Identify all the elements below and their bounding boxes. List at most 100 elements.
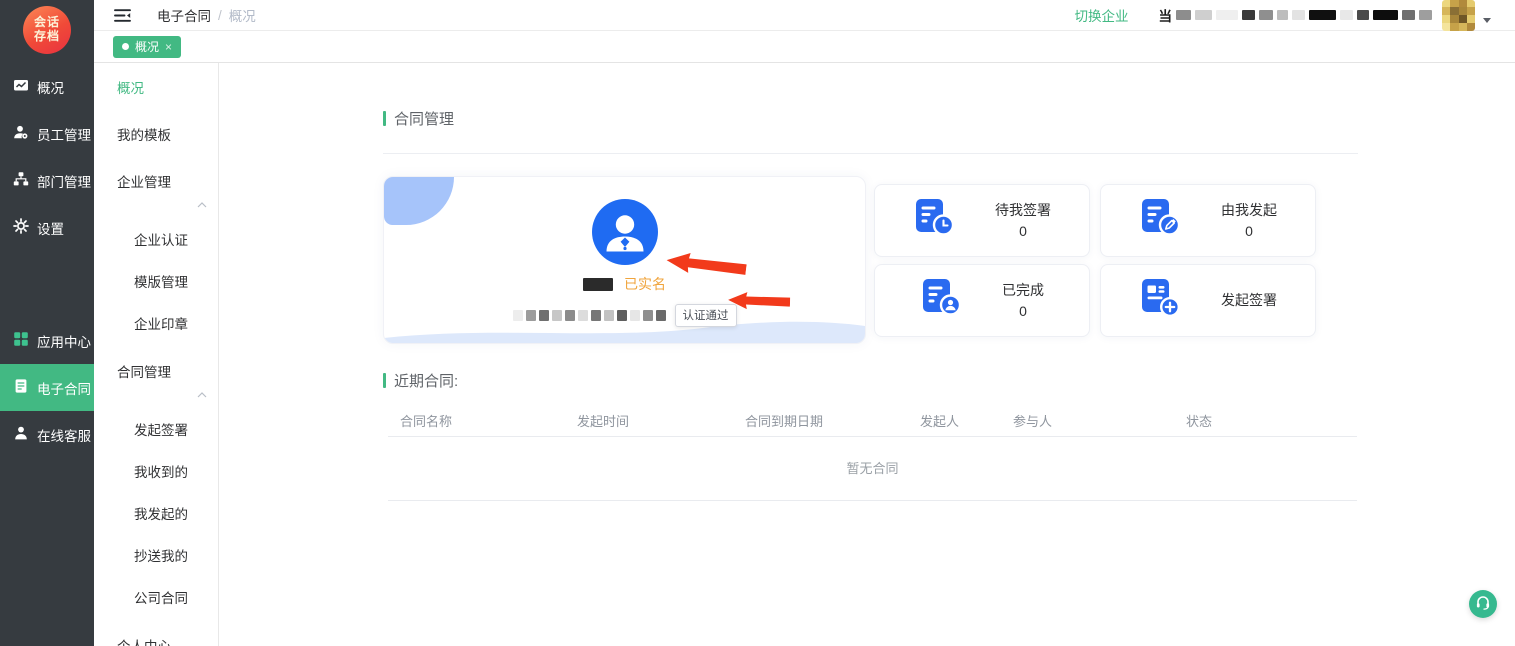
nav-item-online-service[interactable]: 在线客服	[0, 411, 94, 458]
body-row: 概况 我的模板 企业管理 企业认证 模版管理 企业印章 合同管理 发起签署 我收…	[94, 63, 1515, 646]
id-row: 认证通过	[513, 304, 737, 327]
nav-label: 设置	[37, 218, 64, 238]
sidebar-collapse-icon[interactable]	[114, 8, 131, 23]
profile-avatar-icon	[592, 199, 658, 265]
stat-card-pending-sign[interactable]: 待我签署 0	[874, 184, 1090, 257]
subnav-my-templates[interactable]: 我的模板	[94, 112, 218, 159]
nav-label: 部门管理	[37, 171, 91, 191]
service-person-icon	[13, 425, 29, 444]
nav-label: 电子合同	[37, 378, 91, 398]
nav-item-employees[interactable]: 员工管理	[0, 110, 94, 157]
subnav-overview[interactable]: 概况	[94, 65, 218, 112]
subnav-cc-me[interactable]: 抄送我的	[94, 536, 218, 578]
stat-label: 发起签署	[1221, 290, 1277, 311]
nav-label: 在线客服	[37, 425, 91, 445]
subnav-initiated[interactable]: 我发起的	[94, 494, 218, 536]
recent-contracts-table: 合同名称 发起时间 合同到期日期 发起人 参与人 状态 暂无合同	[388, 404, 1357, 501]
table-empty-state: 暂无合同	[388, 437, 1357, 501]
tab-active-dot	[122, 43, 129, 50]
app-root: 会话 存档 概况 员工管理 部门管理 设置	[0, 0, 1515, 646]
nav-label: 员工管理	[37, 124, 91, 144]
censored-user-name	[583, 278, 613, 291]
user-avatar[interactable]	[1442, 0, 1475, 31]
doc-edit-icon	[1139, 198, 1183, 243]
nav-label: 概况	[37, 77, 64, 97]
tab-strip: 概况 ×	[94, 31, 1515, 63]
stat-card-start-sign[interactable]: 发起签署	[1100, 264, 1316, 337]
tab-overview[interactable]: 概况 ×	[113, 36, 181, 58]
subnav-company-contracts[interactable]: 公司合同	[94, 578, 218, 620]
subnav-company-seal[interactable]: 企业印章	[94, 304, 218, 346]
breadcrumb-root[interactable]: 电子合同	[157, 5, 211, 25]
nav-spacer	[0, 251, 94, 317]
stat-card-initiated-by-me[interactable]: 由我发起 0	[1100, 184, 1316, 257]
contract-doc-icon	[13, 378, 29, 397]
doc-stamp-icon	[920, 278, 964, 323]
nav-item-app-center[interactable]: 应用中心	[0, 317, 94, 364]
name-row: 已实名	[583, 274, 666, 294]
tab-label: 概况	[135, 38, 159, 55]
app-logo[interactable]: 会话 存档	[23, 6, 71, 54]
subnav-initiate-sign[interactable]: 发起签署	[94, 410, 218, 452]
nav-item-settings[interactable]: 设置	[0, 204, 94, 251]
censored-user-id	[513, 310, 666, 321]
title-accent-bar	[383, 111, 386, 126]
section-title-recent: 近期合同:	[383, 370, 1358, 391]
doc-plus-icon	[1139, 278, 1183, 323]
col-start-time: 发起时间	[565, 411, 733, 430]
subnav-company-cert[interactable]: 企业认证	[94, 220, 218, 262]
primary-sidebar: 会话 存档 概况 员工管理 部门管理 设置	[0, 0, 94, 646]
col-participants: 参与人	[1001, 411, 1174, 430]
col-initiator: 发起人	[908, 411, 1001, 430]
stat-cards-grid: 待我签署 0 由我发起 0	[874, 184, 1316, 337]
employee-icon	[13, 124, 29, 143]
chevron-down-icon[interactable]	[1483, 18, 1491, 23]
breadcrumb-separator: /	[218, 8, 222, 23]
current-company-prefix: 当	[1159, 5, 1173, 25]
nav-item-overview[interactable]: 概况	[0, 63, 94, 110]
stat-value: 0	[1002, 301, 1044, 322]
apps-grid-icon	[13, 331, 29, 350]
dashboard-row: 已实名 认证通过	[383, 176, 1358, 344]
stat-card-completed[interactable]: 已完成 0	[874, 264, 1090, 337]
section-title-contract: 合同管理	[383, 108, 1358, 129]
profile-card: 已实名 认证通过	[383, 176, 866, 344]
tab-close-icon[interactable]: ×	[165, 40, 172, 54]
primary-nav: 概况 员工管理 部门管理 设置 应用中心 电子合同	[0, 63, 94, 458]
nav-item-e-contract[interactable]: 电子合同	[0, 364, 94, 411]
logo-wrap: 会话 存档	[0, 0, 94, 63]
table-header-row: 合同名称 发起时间 合同到期日期 发起人 参与人 状态	[388, 404, 1357, 437]
verified-tag: 已实名	[624, 274, 666, 294]
headset-icon	[1475, 594, 1491, 615]
subnav-template-mgmt[interactable]: 模版管理	[94, 262, 218, 304]
breadcrumb-current: 概况	[229, 5, 256, 25]
section-divider	[383, 153, 1358, 154]
col-expiry-date: 合同到期日期	[733, 411, 908, 430]
stat-label: 待我签署	[995, 200, 1051, 221]
topbar: 电子合同 / 概况 切换企业 当	[94, 0, 1515, 31]
subnav-company-mgmt[interactable]: 企业管理	[94, 159, 218, 206]
doc-clock-icon	[913, 198, 957, 243]
subnav-personal-center[interactable]: 个人中心	[94, 623, 218, 646]
logo-line2: 存档	[34, 30, 60, 44]
topbar-right: 切换企业 当	[1075, 0, 1492, 31]
stat-value: 0	[995, 221, 1051, 242]
customer-service-button[interactable]	[1469, 590, 1497, 618]
title-accent-bar	[383, 373, 386, 388]
stat-label: 已完成	[1002, 280, 1044, 301]
breadcrumb: 电子合同 / 概况	[157, 5, 256, 25]
nav-item-departments[interactable]: 部门管理	[0, 157, 94, 204]
stat-label: 由我发起	[1221, 200, 1277, 221]
current-company: 当	[1159, 5, 1433, 25]
main-content: 合同管理 已实名	[219, 63, 1515, 646]
censored-company-name	[1176, 10, 1432, 20]
overview-chart-icon	[13, 77, 29, 96]
secondary-sidebar: 概况 我的模板 企业管理 企业认证 模版管理 企业印章 合同管理 发起签署 我收…	[94, 63, 219, 646]
subnav-received[interactable]: 我收到的	[94, 452, 218, 494]
logo-line1: 会话	[34, 16, 60, 30]
col-status: 状态	[1174, 411, 1357, 430]
switch-company-link[interactable]: 切换企业	[1075, 5, 1129, 25]
settings-gear-icon	[13, 218, 29, 237]
subnav-contract-mgmt[interactable]: 合同管理	[94, 349, 218, 396]
nav-label: 应用中心	[37, 331, 91, 351]
